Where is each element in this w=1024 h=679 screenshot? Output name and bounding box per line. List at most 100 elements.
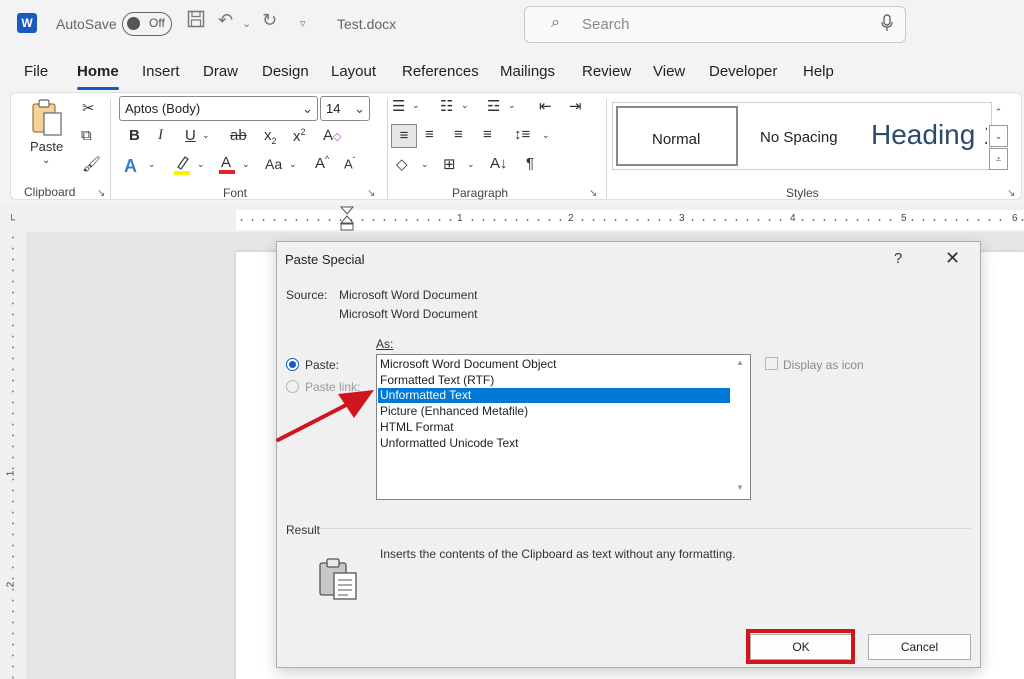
list-item-selected[interactable]: Unformatted Text <box>378 388 730 403</box>
tab-developer[interactable]: Developer <box>709 63 777 80</box>
list-item[interactable]: Unformatted Unicode Text <box>380 436 519 451</box>
cancel-button[interactable]: Cancel <box>868 634 971 660</box>
bullets-icon[interactable]: ☰ <box>392 97 405 115</box>
tab-view[interactable]: View <box>653 63 685 80</box>
customize-icon[interactable]: ▿ <box>300 17 306 30</box>
save-icon[interactable] <box>187 10 205 33</box>
shading-icon[interactable]: ◇ <box>396 155 408 173</box>
strikethrough-button[interactable]: ab <box>230 127 247 144</box>
tab-review[interactable]: Review <box>582 63 631 80</box>
sort-icon[interactable]: A↓ <box>490 155 508 172</box>
list-item[interactable]: Microsoft Word Document Object <box>380 357 557 372</box>
show-formatting-icon[interactable]: ¶ <box>526 155 534 172</box>
tab-mailings[interactable]: Mailings <box>500 63 555 80</box>
numbering-dropdown-icon[interactable]: ⌄ <box>461 100 469 111</box>
more-styles-icon[interactable]: ⩡ <box>989 148 1008 170</box>
microphone-icon[interactable] <box>881 14 893 37</box>
tab-draw[interactable]: Draw <box>203 63 238 80</box>
undo-dropdown-icon[interactable]: ⌄ <box>242 17 251 30</box>
indent-marker-icon[interactable] <box>340 206 354 232</box>
scroll-down-icon[interactable]: ▼ <box>736 483 744 492</box>
font-size-select[interactable]: 14 ⌄ <box>320 96 370 121</box>
tab-design[interactable]: Design <box>262 63 309 80</box>
paste-icon[interactable] <box>31 99 63 141</box>
search-box[interactable]: ⌕ Search <box>524 6 906 43</box>
line-spacing-dropdown-icon[interactable]: ⌄ <box>542 130 550 141</box>
text-effects-dropdown-icon[interactable]: ⌄ <box>148 159 156 170</box>
highlight-icon[interactable] <box>172 154 192 180</box>
ruler-number: 4 <box>788 213 798 224</box>
font-launcher-icon[interactable]: ↘ <box>367 188 375 199</box>
listbox-scrollbar[interactable]: ▲ ▼ <box>732 355 750 499</box>
text-effects-icon[interactable]: A <box>124 156 137 177</box>
style-heading-1[interactable]: Heading 1 <box>871 119 987 151</box>
tab-insert[interactable]: Insert <box>142 63 180 80</box>
tab-layout[interactable]: Layout <box>331 63 376 80</box>
paste-button[interactable]: Paste <box>30 139 63 154</box>
tab-help[interactable]: Help <box>803 63 834 80</box>
display-as-icon-checkbox[interactable] <box>765 357 778 370</box>
bold-button[interactable]: B <box>129 127 140 144</box>
paste-as-listbox[interactable]: Microsoft Word Document Object Formatted… <box>376 354 751 500</box>
word-logo-icon: W <box>17 13 37 33</box>
font-color-icon[interactable]: A <box>218 153 236 179</box>
autosave-toggle[interactable]: Off <box>122 12 172 36</box>
align-center-button[interactable]: ≡ <box>425 126 434 143</box>
bullets-dropdown-icon[interactable]: ⌄ <box>412 100 420 111</box>
numbering-icon[interactable]: ☷ <box>440 97 453 115</box>
undo-icon[interactable]: ↶ <box>218 10 233 31</box>
tab-selector-icon[interactable]: └ <box>8 215 15 226</box>
cut-icon[interactable]: ✂ <box>82 99 95 117</box>
borders-dropdown-icon[interactable]: ⌄ <box>467 159 475 170</box>
styles-launcher-icon[interactable]: ↘ <box>1007 188 1015 199</box>
align-right-button[interactable]: ≡ <box>454 126 463 143</box>
clear-formatting-icon[interactable]: A◇ <box>323 127 341 144</box>
increase-indent-icon[interactable]: ⇥ <box>569 97 582 115</box>
paste-dropdown-icon[interactable]: ⌄ <box>42 155 50 166</box>
multilevel-dropdown-icon[interactable]: ⌄ <box>508 100 516 111</box>
grow-font-icon[interactable]: A^ <box>315 154 329 172</box>
tab-home[interactable]: Home <box>77 63 119 90</box>
shading-dropdown-icon[interactable]: ⌄ <box>421 159 429 170</box>
paste-radio[interactable] <box>286 358 299 371</box>
superscript-button[interactable]: x2 <box>293 127 306 145</box>
clipboard-launcher-icon[interactable]: ↘ <box>97 188 105 199</box>
redo-icon[interactable]: ↻ <box>262 10 277 31</box>
help-button[interactable]: ? <box>894 250 902 267</box>
line-spacing-icon[interactable]: ↕≡ <box>514 126 530 143</box>
style-no-spacing[interactable]: No Spacing <box>760 129 838 146</box>
close-button[interactable]: ✕ <box>945 248 960 269</box>
paste-radio-label[interactable]: Paste: <box>305 358 339 372</box>
borders-icon[interactable]: ⊞ <box>443 155 456 173</box>
change-case-dropdown-icon[interactable]: ⌄ <box>289 159 297 170</box>
scroll-up-icon[interactable]: ⌃ <box>989 102 1008 124</box>
multilevel-list-icon[interactable]: ☲ <box>487 97 500 115</box>
subscript-button[interactable]: x2 <box>264 127 277 146</box>
italic-button[interactable]: I <box>158 127 163 144</box>
chevron-down-icon: ⌄ <box>354 101 365 116</box>
list-item[interactable]: HTML Format <box>380 420 454 435</box>
scroll-up-icon[interactable]: ▲ <box>736 358 744 367</box>
display-as-icon-label[interactable]: Display as icon <box>783 358 864 372</box>
red-arrow-icon <box>276 390 374 442</box>
change-case-icon[interactable]: Aa <box>265 156 282 172</box>
style-normal[interactable]: Normal <box>616 106 738 166</box>
copy-icon[interactable]: ⧉ <box>81 127 92 144</box>
highlight-dropdown-icon[interactable]: ⌄ <box>197 159 205 170</box>
tab-references[interactable]: References <box>402 63 479 80</box>
shrink-font-icon[interactable]: Aˇ <box>344 156 355 171</box>
clipboard-icon <box>319 558 357 600</box>
font-color-dropdown-icon[interactable]: ⌄ <box>242 159 250 170</box>
list-item[interactable]: Formatted Text (RTF) <box>380 373 494 388</box>
paragraph-launcher-icon[interactable]: ↘ <box>589 188 597 199</box>
tab-file[interactable]: File <box>24 63 48 80</box>
underline-button[interactable]: U <box>185 127 196 144</box>
underline-dropdown-icon[interactable]: ⌄ <box>202 130 210 141</box>
font-name-select[interactable]: Aptos (Body) ⌄ <box>119 96 318 121</box>
list-item[interactable]: Picture (Enhanced Metafile) <box>380 404 528 419</box>
decrease-indent-icon[interactable]: ⇤ <box>539 97 552 115</box>
scroll-down-icon[interactable]: ⌄ <box>989 125 1008 147</box>
format-painter-icon[interactable]: 🖌 <box>82 155 101 173</box>
justify-button[interactable]: ≡ <box>483 126 492 143</box>
align-left-button[interactable]: ≡ <box>391 124 417 148</box>
